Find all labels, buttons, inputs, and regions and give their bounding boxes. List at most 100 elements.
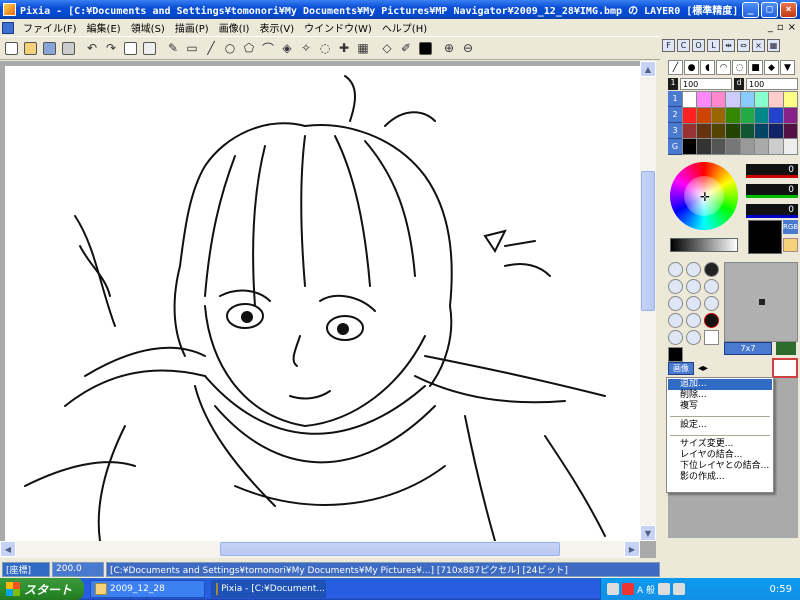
color-wheel[interactable]: ✛ <box>670 162 738 230</box>
palette-swatch[interactable] <box>697 139 711 154</box>
open-folder-icon[interactable] <box>21 39 39 57</box>
minimize-button[interactable]: _ <box>742 1 759 18</box>
palette-swatch[interactable] <box>783 139 797 154</box>
menu-view[interactable]: 表示(V) <box>254 20 299 35</box>
brush-shape-12-icon[interactable] <box>704 313 719 328</box>
redo-icon[interactable]: ↷ <box>102 39 120 57</box>
tray-help-icon[interactable] <box>658 583 671 595</box>
grid-icon[interactable]: ▦ <box>354 39 372 57</box>
red-value[interactable]: 0 <box>746 164 798 178</box>
menu-selection[interactable]: 領域(S) <box>126 20 170 35</box>
horizontal-scroll-thumb[interactable] <box>220 542 560 556</box>
ink-brush-icon[interactable]: ◖ <box>700 60 715 75</box>
menu-item-resize[interactable]: サイズ変更... <box>668 439 772 450</box>
brush-shape-11-icon[interactable] <box>686 313 701 328</box>
vertical-scrollbar[interactable]: ▲ ▼ <box>640 61 656 541</box>
palette-swatch[interactable] <box>711 123 726 139</box>
palette-swatch[interactable] <box>726 123 740 139</box>
panel-tab-c[interactable]: C <box>677 38 690 52</box>
paste-icon[interactable] <box>140 39 158 57</box>
brush-shape-2-icon[interactable] <box>686 262 701 277</box>
menu-item-merge-layers[interactable]: レイヤの結合... <box>668 450 772 461</box>
diamond-brush-icon[interactable]: ◆ <box>764 60 779 75</box>
palette-swatch[interactable] <box>754 123 769 139</box>
arrows-icon[interactable]: ⇔ <box>737 38 750 52</box>
layer-thumbnail[interactable] <box>772 358 798 378</box>
palette-swatch[interactable] <box>697 107 711 123</box>
brush-shape-5-icon[interactable] <box>686 279 701 294</box>
brush-size[interactable]: 7x7 <box>724 342 772 355</box>
palette-tab-2[interactable]: 2 <box>668 107 682 123</box>
new-file-icon[interactable] <box>2 39 20 57</box>
document-icon[interactable] <box>2 21 14 34</box>
palette-swatch[interactable] <box>726 139 740 154</box>
save-icon[interactable] <box>40 39 58 57</box>
fill-icon[interactable]: ◈ <box>278 39 296 57</box>
dropdown-icon[interactable]: ▼ <box>780 60 795 75</box>
blue-value[interactable]: 0 <box>746 204 798 218</box>
menu-file[interactable]: ファイル(F) <box>18 20 82 35</box>
volume-icon[interactable] <box>673 583 686 595</box>
palette-tab-3[interactable]: 3 <box>668 123 682 139</box>
brush-shape-15-icon[interactable] <box>704 330 719 345</box>
mdi-close-button[interactable]: × <box>788 22 796 33</box>
drawing-canvas[interactable] <box>5 66 641 541</box>
panel-grid-icon[interactable]: ▦ <box>767 38 780 52</box>
keyboard-icon[interactable] <box>607 583 619 595</box>
palette-tab-g[interactable]: G <box>668 139 682 155</box>
pencil-brush-icon[interactable]: ╱ <box>668 60 683 75</box>
menu-item-shadow[interactable]: 影の作成... <box>668 472 772 483</box>
brush-shape-8-icon[interactable] <box>686 296 701 311</box>
menu-item-settings[interactable]: 設定... <box>668 420 772 431</box>
brush-shape-10-icon[interactable] <box>668 313 683 328</box>
brush-shape-3-icon[interactable] <box>704 262 719 277</box>
palette-swatch[interactable] <box>783 107 797 123</box>
palette-swatch[interactable] <box>697 123 711 139</box>
menu-window[interactable]: ウインドウ(W) <box>299 20 377 35</box>
menu-edit[interactable]: 編集(E) <box>82 20 126 35</box>
layer-image-button[interactable]: 画像 <box>668 361 694 375</box>
vertical-scroll-thumb[interactable] <box>641 171 655 311</box>
circle-icon[interactable]: ○ <box>221 39 239 57</box>
brush-shape-6-icon[interactable] <box>704 279 719 294</box>
eraser-icon[interactable]: ◇ <box>378 39 396 57</box>
green-value[interactable]: 0 <box>746 184 798 198</box>
zoom-out-icon[interactable]: ⊖ <box>459 39 477 57</box>
palette-swatch[interactable] <box>769 92 783 107</box>
ime-icon[interactable] <box>622 583 634 595</box>
palette-swatch[interactable] <box>711 92 726 107</box>
task-folder[interactable]: 2009_12_28 <box>90 580 205 598</box>
panel-tab-o[interactable]: O <box>692 38 705 52</box>
brush-shape-14-icon[interactable] <box>686 330 701 345</box>
texture-icon[interactable] <box>776 342 796 355</box>
line-icon[interactable]: ╱ <box>202 39 220 57</box>
palette-swatch[interactable] <box>783 92 797 107</box>
palette-swatch[interactable] <box>683 139 697 154</box>
title-bar[interactable]: Pixia - [C:¥Documents and Settings¥tomon… <box>0 0 800 19</box>
magic-wand-icon[interactable]: ✧ <box>297 39 315 57</box>
brush-shape-9-icon[interactable] <box>704 296 719 311</box>
maximize-button[interactable]: □ <box>761 1 778 18</box>
palette-swatch[interactable] <box>726 107 740 123</box>
brush-tool-icon[interactable]: ✐ <box>397 39 415 57</box>
palette-swatch[interactable] <box>754 139 769 154</box>
grayscale-bar[interactable] <box>670 238 738 252</box>
pen-icon[interactable]: ✎ <box>164 39 182 57</box>
palette-folder-icon[interactable] <box>783 238 798 252</box>
color-picker-icon[interactable]: ✚ <box>335 39 353 57</box>
lasso-icon[interactable]: ◌ <box>316 39 334 57</box>
square-brush-icon[interactable]: ■ <box>748 60 763 75</box>
scroll-left-arrow-icon[interactable]: ◀ <box>0 541 16 557</box>
brush-shape-13-icon[interactable] <box>668 330 683 345</box>
curve-brush-icon[interactable]: ◠ <box>716 60 731 75</box>
pixia-app-icon[interactable] <box>3 3 16 16</box>
brush-shape-7-icon[interactable] <box>668 296 683 311</box>
menu-item-duplicate[interactable]: 複写 <box>668 401 772 412</box>
palette-swatch[interactable] <box>769 139 783 154</box>
palette-swatch[interactable] <box>697 92 711 107</box>
palette-swatch[interactable] <box>769 107 783 123</box>
brush-shape-1-icon[interactable] <box>668 262 683 277</box>
soft-brush-icon[interactable]: ◌ <box>732 60 747 75</box>
palette-swatch[interactable] <box>711 107 726 123</box>
palette-tab-1[interactable]: 1 <box>668 91 682 107</box>
